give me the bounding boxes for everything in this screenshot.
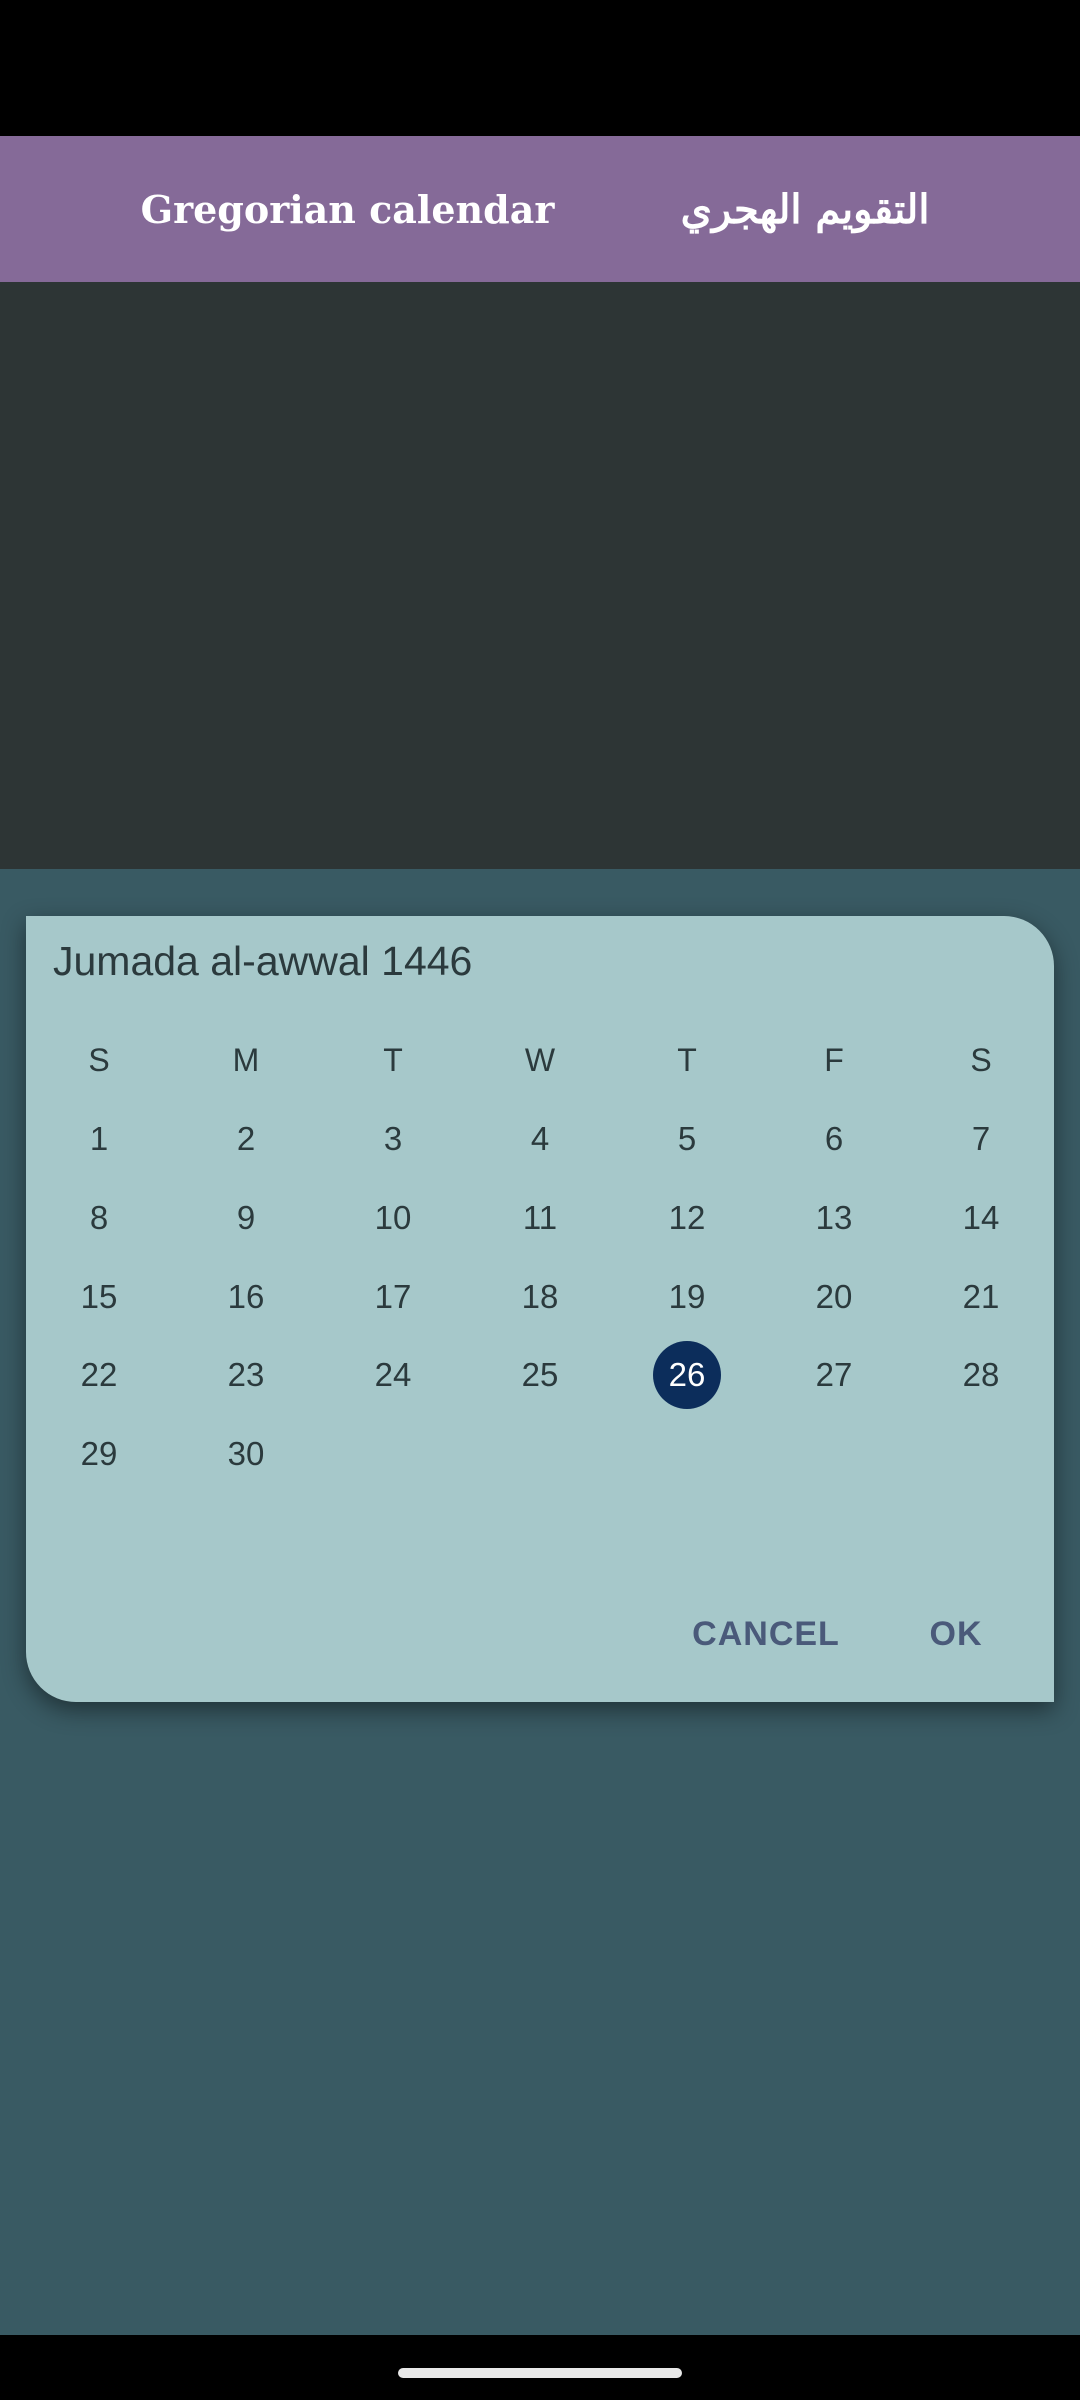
day-cell[interactable]: 5 (632, 1104, 742, 1174)
day-cell[interactable]: 1 (44, 1104, 154, 1174)
day-cell[interactable]: 13 (779, 1183, 889, 1253)
calendar-grid: S M T W T F S 1 2 3 4 5 6 7 8 9 10 11 12 13 14 15 16 17 18 19 20 21… (26, 916, 1054, 1702)
day-cell[interactable]: 21 (926, 1262, 1036, 1332)
selected-day[interactable]: 26 (632, 1340, 742, 1410)
day-number: 5 (677, 1120, 697, 1157)
day-number: 6 (824, 1120, 844, 1157)
day-cell[interactable]: 3 (338, 1104, 448, 1174)
day-cell[interactable]: 6 (779, 1104, 889, 1174)
weekday-header: S (88, 1041, 110, 1078)
day-number: 29 (80, 1435, 118, 1472)
day-cell[interactable]: 30 (191, 1419, 301, 1489)
ok-button[interactable]: OK (896, 1606, 1016, 1662)
home-indicator[interactable] (398, 2368, 682, 2378)
day-number: 9 (236, 1199, 256, 1236)
day-number: 15 (80, 1278, 118, 1315)
day-cell[interactable]: 16 (191, 1262, 301, 1332)
day-cell[interactable]: 7 (926, 1104, 1036, 1174)
day-number: 10 (374, 1199, 412, 1236)
weekday-header: T (383, 1041, 403, 1078)
day-cell[interactable]: 10 (338, 1183, 448, 1253)
day-number: 19 (668, 1278, 706, 1315)
weekday-header: S (970, 1041, 992, 1078)
day-number: 24 (374, 1356, 412, 1393)
day-number: 21 (962, 1278, 1000, 1315)
weekday-header: W (524, 1041, 556, 1078)
day-cell[interactable]: 25 (485, 1340, 595, 1410)
day-number: 20 (815, 1278, 853, 1315)
weekday-header: M (232, 1041, 260, 1078)
status-bar (0, 0, 1080, 136)
day-number: 13 (815, 1199, 853, 1236)
day-number: 4 (530, 1120, 550, 1157)
day-cell[interactable]: 23 (191, 1340, 301, 1410)
day-number: 18 (521, 1278, 559, 1315)
day-cell[interactable]: 9 (191, 1183, 301, 1253)
day-cell[interactable]: 24 (338, 1340, 448, 1410)
weekday-header: F (824, 1041, 844, 1078)
day-number: 11 (522, 1199, 558, 1236)
day-number: 23 (227, 1356, 265, 1393)
day-cell[interactable]: 14 (926, 1183, 1036, 1253)
day-cell[interactable]: 15 (44, 1262, 154, 1332)
day-cell[interactable]: 2 (191, 1104, 301, 1174)
day-number: 25 (521, 1356, 559, 1393)
day-number: 14 (962, 1199, 1000, 1236)
day-number: 17 (374, 1278, 412, 1315)
day-number: 27 (815, 1356, 853, 1393)
day-cell[interactable]: 19 (632, 1262, 742, 1332)
cancel-button[interactable]: CANCEL (646, 1606, 886, 1662)
weekday-header: T (677, 1041, 697, 1078)
content-area-top (0, 282, 1080, 869)
calendar-tab-bar: Gregorian calendar التقويم الهجري (0, 136, 1080, 282)
day-cell[interactable]: 18 (485, 1262, 595, 1332)
day-cell[interactable]: 12 (632, 1183, 742, 1253)
day-number: 28 (962, 1356, 1000, 1393)
navigation-bar (0, 2335, 1080, 2400)
day-number: 16 (227, 1278, 265, 1315)
day-number: 8 (89, 1199, 109, 1236)
tab-hijri-calendar[interactable]: التقويم الهجري (650, 136, 960, 282)
day-number: 3 (383, 1120, 403, 1157)
day-cell[interactable]: 22 (44, 1340, 154, 1410)
day-number: 7 (971, 1120, 991, 1157)
day-cell[interactable]: 17 (338, 1262, 448, 1332)
tab-gregorian-calendar[interactable]: Gregorian calendar (100, 136, 595, 282)
day-number: 12 (668, 1199, 706, 1236)
day-cell[interactable]: 20 (779, 1262, 889, 1332)
day-number: 2 (236, 1120, 256, 1157)
day-cell[interactable]: 29 (44, 1419, 154, 1489)
day-number: 1 (89, 1120, 109, 1157)
day-cell[interactable]: 28 (926, 1340, 1036, 1410)
day-cell[interactable]: 11 (485, 1183, 595, 1253)
screen: Gregorian calendar التقويم الهجري Jumada… (0, 0, 1080, 2400)
day-number: 22 (80, 1356, 118, 1393)
day-number: 30 (227, 1435, 265, 1472)
day-cell[interactable]: 8 (44, 1183, 154, 1253)
day-number: 26 (668, 1356, 706, 1393)
date-picker-dialog: Jumada al-awwal 1446 S M T W T F S 1 2 3 4 5 6 7 8 9 10 1… (26, 916, 1054, 1702)
day-cell[interactable]: 4 (485, 1104, 595, 1174)
day-cell[interactable]: 27 (779, 1340, 889, 1410)
